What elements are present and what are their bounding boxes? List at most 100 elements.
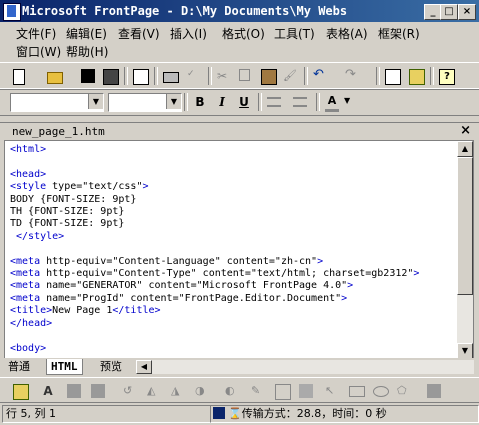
tab-html[interactable]: HTML [46,359,83,375]
code-tag: <meta [10,268,47,280]
code-line[interactable]: <title>New Page 1</title> [10,305,419,317]
toolbar-separator [316,93,320,111]
status-bar: 行 5, 列 1 ⌛传输方式：28.8，时间：0 秒 [0,403,479,425]
scroll-left-icon[interactable]: ◀ [136,360,152,374]
scroll-down-icon[interactable]: ▼ [457,343,473,359]
rotate-left-tool[interactable]: ↺ [120,382,140,400]
code-line[interactable]: <style type="text/css"> [10,181,419,193]
code-line[interactable]: <meta http-equiv="Content-Type" content=… [10,268,419,280]
highlight-hotspots-tool[interactable] [424,382,444,400]
underline-button[interactable]: U [234,93,254,111]
code-tag: </head> [10,317,53,329]
bold-button[interactable]: B [190,93,210,111]
frontpage-app-icon[interactable] [3,3,21,21]
cursor-position: 行 5, 列 1 [2,405,211,423]
menu-frames[interactable]: 框架(R) [378,25,420,42]
html-source-editor[interactable]: <html> <head> <style type="text/css"> BODY… [4,140,459,360]
publish-web-icon [103,69,119,85]
code-line[interactable]: <head> [10,169,419,181]
scroll-up-icon[interactable]: ▲ [457,141,473,157]
menu-format[interactable]: 格式(O) [222,25,265,42]
flip-horizontal-tool[interactable]: ◭ [144,382,164,400]
style-dropdown[interactable]: ▼ [10,93,104,112]
code-line[interactable] [10,330,419,342]
menu-window[interactable]: 窗口(W) [16,43,61,60]
align-button[interactable] [264,93,284,111]
insert-picture-tool[interactable] [10,382,30,400]
menu-insert[interactable]: 插入(I) [170,25,207,42]
folder-list-button[interactable] [130,67,150,85]
close-window-button[interactable]: × [458,4,476,20]
menu-help[interactable]: 帮助(H) [66,43,108,60]
code-line[interactable]: <meta name="ProgId" content="FrontPage.E… [10,293,419,305]
menu-file[interactable]: 文件(F) [16,25,56,42]
contrast-tool[interactable]: ◑ [192,382,212,400]
code-line[interactable]: <meta http-equiv="Content-Language" cont… [10,256,419,268]
rectangle-hotspot-tool[interactable] [346,382,366,400]
horizontal-scrollbar[interactable]: ◀ [136,360,474,374]
new-page-button[interactable] [10,67,30,85]
code-val: BODY {FONT-SIZE: 9pt} [10,193,137,205]
text-tool[interactable]: A [38,382,58,400]
insert-picture-button[interactable] [406,67,426,85]
black-white-tool[interactable] [296,382,316,400]
document-tab[interactable]: new_page_1.htm [12,125,105,138]
save-button[interactable] [78,67,98,85]
scroll-thumb[interactable] [457,157,473,295]
select-tool[interactable]: ↖ [322,382,342,400]
underline-icon: U [239,95,249,109]
code-val: "Content-Language" [112,255,221,267]
code-line[interactable]: TH {FONT-SIZE: 9pt} [10,206,419,218]
menu-table[interactable]: 表格(A) [326,25,368,42]
code-line[interactable]: <body> [10,343,419,355]
publish-button[interactable] [100,67,120,85]
circle-hotspot-tool[interactable] [370,382,390,400]
menu-edit[interactable]: 编辑(E) [66,25,107,42]
polygon-hotspot-tool[interactable]: ⬠ [394,382,414,400]
auto-thumbnail-tool[interactable] [64,382,84,400]
crop-tool[interactable]: ✎ [248,382,268,400]
code-tag: > [413,268,420,280]
web-component-button[interactable] [382,67,402,85]
cut-button[interactable]: ✂ [214,67,234,85]
undo-button[interactable]: ↶ [310,67,330,85]
paste-button[interactable] [258,67,278,85]
code-line[interactable]: <meta name="GENERATOR" content="Microsof… [10,280,419,292]
code-tag: <html> [10,144,47,155]
code-line[interactable] [10,243,419,255]
transparent-color-tool[interactable] [272,382,292,400]
html-source-code[interactable]: <html> <head> <style type="text/css"> BODY… [10,144,419,355]
close-document-icon[interactable]: × [460,123,471,138]
brightness-tool[interactable]: ◐ [222,382,242,400]
redo-button[interactable]: ↷ [342,67,362,85]
position-tool[interactable] [88,382,108,400]
window-title: Microsoft FrontPage - D:\My Documents\My… [22,4,348,18]
open-button[interactable] [44,67,64,85]
list-button[interactable] [290,93,310,111]
copy-button[interactable] [236,67,256,85]
tab-preview[interactable]: 预览 [96,359,126,374]
code-line[interactable]: </head> [10,318,419,330]
font-color-button[interactable]: A ▼ [322,93,356,112]
italic-button[interactable]: I [212,93,232,111]
format-painter-button[interactable]: 🖌 [280,67,300,85]
maximize-button[interactable]: □ [440,4,458,20]
code-line[interactable]: <html> [10,144,419,156]
help-button[interactable]: ? [436,67,456,85]
tab-normal[interactable]: 普通 [4,359,34,374]
redo-arrow-icon: ↷ [345,67,356,82]
code-line[interactable]: TD {FONT-SIZE: 9pt} [10,218,419,230]
code-line[interactable] [10,156,419,168]
view-tabs: 普通 HTML 预览 ◀ [0,358,479,376]
print-button[interactable] [160,67,180,85]
flip-vertical-tool[interactable]: ◮ [168,382,188,400]
toolbar-separator [124,67,128,85]
code-line[interactable]: BODY {FONT-SIZE: 9pt} [10,194,419,206]
font-dropdown[interactable]: ▼ [108,93,182,112]
spelling-button[interactable]: ✓ [184,67,204,85]
menu-tools[interactable]: 工具(T) [274,25,315,42]
code-line[interactable]: </style> [10,231,419,243]
vertical-scrollbar[interactable]: ▲ ▼ [457,140,474,360]
code-attr: http-equiv= [46,268,113,280]
menu-view[interactable]: 查看(V) [118,25,160,42]
